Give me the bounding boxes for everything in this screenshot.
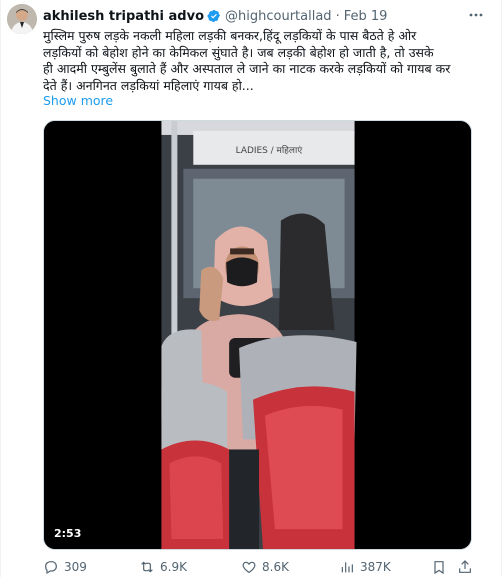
retweet-icon — [141, 561, 153, 573]
reply-button[interactable]: 309 — [43, 559, 87, 575]
like-button[interactable]: 8.6K — [241, 559, 289, 575]
retweet-button[interactable]: 6.9K — [139, 559, 187, 575]
views-button[interactable]: 387K — [339, 559, 391, 575]
tweet-card[interactable]: akhilesh tripathi advo @highcourtallad ·… — [0, 0, 502, 577]
like-count: 8.6K — [262, 560, 289, 574]
handle[interactable]: @highcourtallad — [225, 9, 332, 24]
like-icon — [242, 561, 256, 574]
verified-icon — [207, 9, 221, 23]
share-button[interactable] — [457, 559, 478, 575]
retweet-count: 6.9K — [160, 560, 187, 574]
bookmark-button[interactable] — [431, 559, 452, 575]
video-player[interactable]: LADIES / महिलाएं 2:53 — [43, 120, 472, 550]
video-frame: LADIES / महिलाएं — [44, 121, 471, 549]
tweet-text: मुस्लिम पुरुष लड़के नकली महिला लड़की बनक… — [43, 28, 451, 93]
separator-dot: · — [335, 8, 340, 24]
share-icon — [459, 560, 471, 573]
action-bar: 309 6.9K 8.6K 387K — [43, 558, 483, 576]
views-count: 387K — [360, 560, 391, 574]
video-duration: 2:53 — [54, 527, 82, 540]
post-date[interactable]: Feb 19 — [344, 9, 388, 24]
display-name[interactable]: akhilesh tripathi advo — [43, 9, 204, 24]
views-icon — [341, 562, 353, 573]
reply-icon — [45, 561, 57, 575]
reply-count: 309 — [64, 560, 87, 574]
tweet-header: akhilesh tripathi advo @highcourtallad ·… — [43, 6, 387, 26]
show-more-link[interactable]: Show more — [43, 93, 113, 108]
bus-sign: LADIES / महिलाएं — [236, 144, 304, 156]
more-icon[interactable] — [467, 6, 485, 24]
bookmark-icon — [434, 561, 444, 575]
avatar[interactable] — [7, 4, 37, 34]
